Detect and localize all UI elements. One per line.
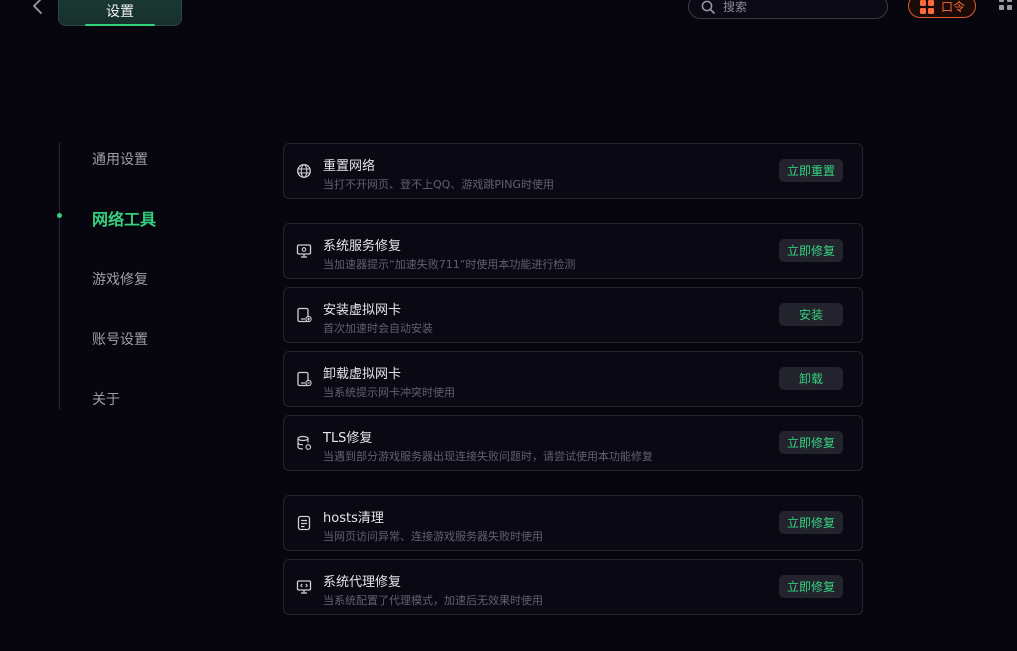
database-gear-icon — [297, 435, 312, 450]
monitor-gear-icon — [296, 244, 312, 258]
tool-title: 系统服务修复 — [323, 239, 402, 254]
code-button[interactable]: 口令 — [908, 0, 976, 18]
tool-card-tls-repair: TLS修复 当遇到部分游戏服务器出现连接失败问题时，请尝试使用本功能修复 立即修… — [283, 415, 863, 471]
tool-description: 当打不开网页、登不上QQ、游戏跳PING时使用 — [323, 178, 554, 191]
tool-title: 安装虚拟网卡 — [323, 303, 402, 318]
tool-card-uninstall-virtual-nic: 卸载虚拟网卡 当系统提示网卡冲突时使用 卸载 — [283, 351, 863, 407]
network-card-icon — [297, 307, 312, 323]
top-bar: 设置 口令 — [0, 0, 1017, 30]
search-icon — [701, 0, 715, 14]
tool-title: hosts清理 — [323, 511, 384, 526]
search-input[interactable] — [723, 0, 873, 16]
back-arrow-icon[interactable] — [28, 0, 48, 16]
sidebar-active-dot — [57, 213, 62, 218]
sidebar-item-account[interactable]: 账号设置 — [92, 329, 148, 349]
tool-card-system-proxy-repair: 系统代理修复 当系统配置了代理模式，加速后无效果时使用 立即修复 — [283, 559, 863, 615]
tool-description: 当遇到部分游戏服务器出现连接失败问题时，请尝试使用本功能修复 — [323, 450, 653, 463]
sidebar-divider — [59, 142, 60, 410]
globe-icon — [297, 164, 311, 178]
tool-card-install-virtual-nic: 安装虚拟网卡 首次加速时会自动安装 安装 — [283, 287, 863, 343]
tool-card-reset-network: 重置网络 当打不开网页、登不上QQ、游戏跳PING时使用 立即重置 — [283, 143, 863, 199]
tool-description: 当加速器提示“加速失败711”时使用本功能进行检测 — [323, 258, 576, 271]
code-button-label: 口令 — [941, 0, 966, 14]
tool-description: 当网页访问异常、连接游戏服务器失败时使用 — [323, 530, 543, 543]
tab-active-indicator — [85, 24, 155, 26]
tool-card-hosts-cleanup: hosts清理 当网页访问异常、连接游戏服务器失败时使用 立即修复 — [283, 495, 863, 551]
hosts-file-icon — [297, 515, 311, 531]
apps-grid-icon[interactable] — [998, 0, 1014, 12]
hosts-cleanup-button[interactable]: 立即修复 — [779, 511, 843, 534]
puzzle-icon — [920, 0, 934, 14]
sidebar-item-network-tools[interactable]: 网络工具 — [92, 206, 156, 230]
tls-repair-button[interactable]: 立即修复 — [779, 431, 843, 454]
network-card-remove-icon — [297, 371, 312, 387]
tool-card-system-service-repair: 系统服务修复 当加速器提示“加速失败711”时使用本功能进行检测 立即修复 — [283, 223, 863, 279]
sidebar-item-general[interactable]: 通用设置 — [92, 149, 148, 169]
tab-settings[interactable]: 设置 — [58, 0, 182, 26]
sidebar-item-about[interactable]: 关于 — [92, 389, 120, 409]
tab-settings-label: 设置 — [106, 4, 134, 20]
system-service-repair-button[interactable]: 立即修复 — [779, 239, 843, 262]
reset-network-button[interactable]: 立即重置 — [779, 159, 843, 182]
tool-title: TLS修复 — [323, 431, 373, 446]
tool-title: 系统代理修复 — [323, 575, 402, 590]
monitor-code-icon — [296, 580, 312, 594]
tool-description: 首次加速时会自动安装 — [323, 322, 433, 335]
sidebar-item-game-repair[interactable]: 游戏修复 — [92, 269, 148, 289]
uninstall-virtual-nic-button[interactable]: 卸载 — [779, 367, 843, 390]
tool-description: 当系统提示网卡冲突时使用 — [323, 386, 455, 399]
system-proxy-repair-button[interactable]: 立即修复 — [779, 575, 843, 598]
tool-title: 卸载虚拟网卡 — [323, 367, 402, 382]
tool-description: 当系统配置了代理模式，加速后无效果时使用 — [323, 594, 543, 607]
install-virtual-nic-button[interactable]: 安装 — [779, 303, 843, 326]
search-box[interactable] — [688, 0, 888, 19]
tool-title: 重置网络 — [323, 159, 376, 174]
